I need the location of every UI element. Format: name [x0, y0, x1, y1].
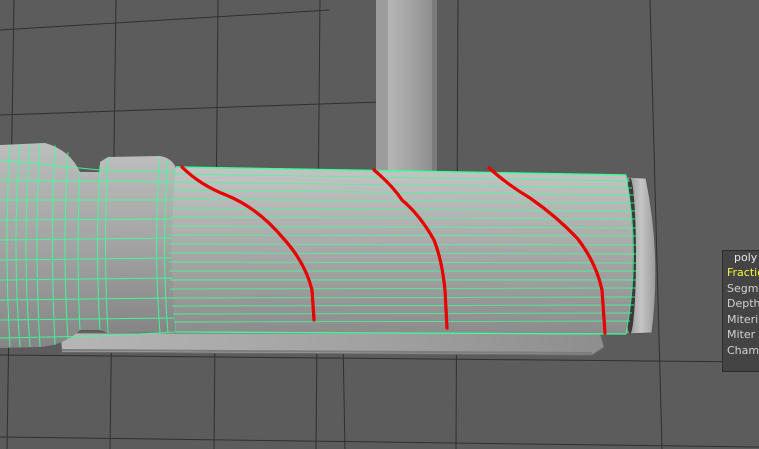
viewport-scene[interactable] — [0, 0, 759, 449]
hud-title: poly — [734, 251, 758, 264]
main-cylinder — [168, 166, 639, 335]
base-plate — [59, 332, 605, 356]
hud-options-panel: poly Fractio Segme Depth Miterin Miter A… — [722, 250, 759, 372]
hud-row-mitering[interactable]: Miterin — [723, 312, 759, 328]
left-ring-mesh — [0, 142, 177, 348]
support-post — [376, 0, 437, 185]
hud-row-fraction[interactable]: Fractio — [723, 265, 759, 281]
hud-row-chamfer[interactable]: Chamf — [723, 343, 759, 359]
3d-viewport[interactable] — [0, 0, 759, 449]
hud-row-depth[interactable]: Depth — [723, 296, 759, 312]
hud-row-segments[interactable]: Segme — [723, 281, 759, 297]
hud-row-miter-along[interactable]: Miter A — [723, 327, 759, 343]
